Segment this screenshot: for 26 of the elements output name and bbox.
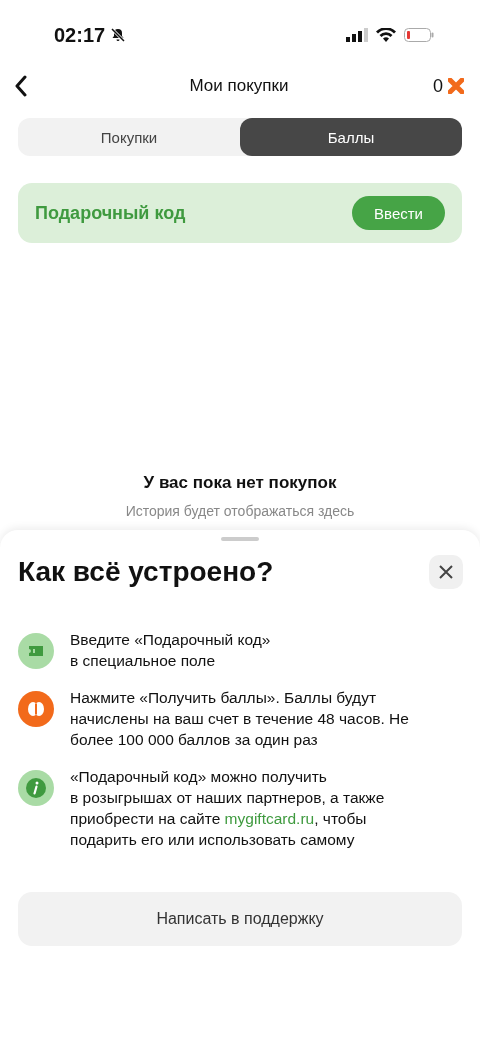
empty-title: У вас пока нет покупок [143, 473, 337, 493]
tab[interactable]: Покупки [18, 118, 240, 156]
close-icon [438, 564, 454, 580]
close-button[interactable] [429, 555, 463, 589]
coin-icon [18, 691, 54, 727]
site-link[interactable]: mygiftcard.ru [224, 810, 315, 827]
support-button[interactable]: Написать в поддержку [18, 892, 462, 946]
wifi-icon [376, 28, 396, 42]
gift-code-label: Подарочный код [35, 202, 186, 224]
sheet-title: Как всё устроено? [18, 556, 274, 588]
step-text: Нажмите «Получить баллы». Баллы будут начислены на ваш счет в течение 48 часов. Не более 100 000 баллов за один раз [70, 688, 409, 750]
empty-subtitle: История будет отображаться здесь [125, 503, 355, 519]
points-count: 0 [433, 75, 443, 97]
ticket-icon [18, 633, 54, 669]
signal-icon [346, 28, 368, 42]
page-title: Мои покупки [189, 76, 289, 96]
info-icon [18, 770, 54, 806]
muted-bell-icon [110, 27, 127, 43]
cross-icon [448, 78, 464, 94]
back-icon[interactable] [14, 75, 28, 97]
tab[interactable]: Баллы [240, 118, 462, 156]
step-text: «Подарочный код» можно получить в розыгрышах от наших партнеров, а также приобрести на сайте mygiftcard.ru, чтобы подарить его или использовать самому [70, 767, 385, 850]
status-time: 02:17 [54, 23, 106, 47]
battery-icon [404, 28, 434, 42]
drag-handle[interactable] [221, 537, 259, 541]
step-text: Введите «Подарочный код» в специальное поле [70, 630, 271, 671]
